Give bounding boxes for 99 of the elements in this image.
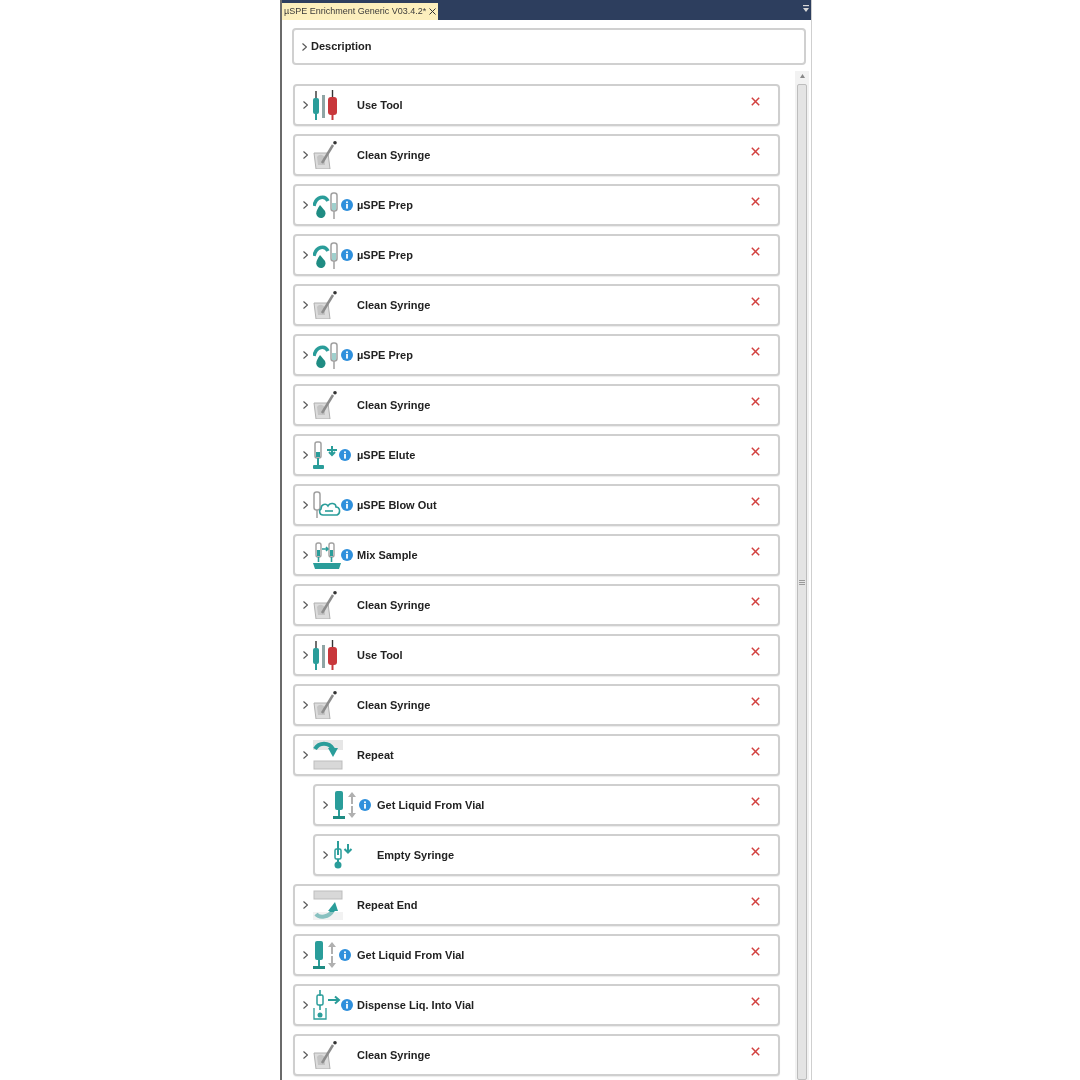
syringe-mix-icon — [313, 541, 341, 569]
step-row[interactable]: Dispense Liq. Into Vial — [293, 984, 780, 1026]
info-icon — [341, 549, 353, 561]
chevron-right-icon[interactable] — [303, 601, 308, 609]
step-row[interactable]: Mix Sample — [293, 534, 780, 576]
info-icon — [341, 249, 353, 261]
description-header[interactable]: Description — [292, 28, 806, 65]
step-row[interactable]: Get Liquid From Vial — [293, 934, 780, 976]
step-label: Dispense Liq. Into Vial — [357, 997, 475, 1013]
chevron-right-icon[interactable] — [303, 1001, 308, 1009]
step-label: Clean Syringe — [357, 297, 431, 313]
step-row[interactable]: µSPE Prep — [293, 234, 780, 276]
step-label: Repeat End — [357, 897, 418, 913]
step-label: Clean Syringe — [357, 147, 431, 163]
syringe-arrow-icon — [313, 441, 339, 469]
chevron-right-icon[interactable] — [303, 901, 308, 909]
chevron-right-icon[interactable] — [303, 351, 308, 359]
close-icon[interactable] — [429, 8, 437, 15]
syringe-cloud-icon — [313, 491, 341, 519]
chevron-right-icon[interactable] — [303, 101, 308, 109]
step-row[interactable]: Repeat End — [293, 884, 780, 926]
chevron-right-icon[interactable] — [303, 451, 308, 459]
step-label: µSPE Elute — [357, 447, 416, 463]
loop-end-arrow-icon — [313, 890, 343, 920]
syringe-beaker-icon — [313, 391, 337, 419]
syringes-icon — [313, 90, 337, 120]
step-label: µSPE Prep — [357, 197, 413, 213]
syringe-droplet-icon — [313, 191, 341, 219]
syringe-up-down-icon — [333, 790, 359, 820]
chevron-right-icon[interactable] — [323, 801, 328, 809]
step-label: Use Tool — [357, 647, 403, 663]
scrollbar[interactable] — [795, 71, 809, 1080]
step-label: Clean Syringe — [357, 597, 431, 613]
grip-icon — [799, 579, 805, 585]
step-row[interactable]: µSPE Elute — [293, 434, 780, 476]
syringe-droplet-icon — [313, 241, 341, 269]
step-label: Clean Syringe — [357, 1047, 431, 1063]
step-label: Clean Syringe — [357, 397, 431, 413]
step-row[interactable]: Use Tool — [293, 84, 780, 126]
info-icon — [339, 949, 351, 961]
chevron-right-icon[interactable] — [303, 951, 308, 959]
chevron-right-icon[interactable] — [303, 701, 308, 709]
step-label: µSPE Prep — [357, 247, 413, 263]
step-label: Mix Sample — [357, 547, 418, 563]
step-row[interactable]: µSPE Prep — [293, 334, 780, 376]
chevron-right-icon[interactable] — [303, 651, 308, 659]
chevron-right-icon[interactable] — [302, 42, 307, 51]
step-row[interactable]: Clean Syringe — [293, 284, 780, 326]
syringe-beaker-icon — [313, 591, 337, 619]
info-icon — [341, 499, 353, 511]
syringe-beaker-icon — [313, 291, 337, 319]
info-icon — [341, 349, 353, 361]
syringe-beaker-icon — [313, 691, 337, 719]
step-row[interactable]: Clean Syringe — [293, 684, 780, 726]
chevron-right-icon[interactable] — [303, 301, 308, 309]
step-row[interactable]: Clean Syringe — [293, 134, 780, 176]
scroll-thumb[interactable] — [797, 84, 807, 1080]
chevron-right-icon[interactable] — [303, 1051, 308, 1059]
step-label: Repeat — [357, 747, 394, 763]
step-row[interactable]: Clean Syringe — [293, 384, 780, 426]
document-tab[interactable]: µSPE Enrichment Generic V03.4.2* — [282, 3, 439, 20]
chevron-right-icon[interactable] — [303, 151, 308, 159]
step-row[interactable]: Clean Syringe — [293, 1034, 780, 1076]
step-row[interactable]: Clean Syringe — [293, 584, 780, 626]
description-label: Description — [311, 39, 372, 55]
step-label: Empty Syringe — [377, 847, 455, 863]
step-row[interactable]: Empty Syringe — [313, 834, 780, 876]
step-label: µSPE Prep — [357, 347, 413, 363]
step-label: Get Liquid From Vial — [357, 947, 465, 963]
syringe-beaker-icon — [313, 141, 337, 169]
step-row[interactable]: Get Liquid From Vial — [313, 784, 780, 826]
loop-arrow-icon — [313, 740, 343, 770]
info-icon — [341, 199, 353, 211]
chevron-right-icon[interactable] — [303, 251, 308, 259]
chevron-right-icon[interactable] — [303, 751, 308, 759]
syringe-beaker-icon — [313, 1041, 337, 1069]
syringe-droplet-icon — [313, 341, 341, 369]
syringes-icon — [313, 640, 337, 670]
step-row[interactable]: µSPE Blow Out — [293, 484, 780, 526]
info-icon — [339, 449, 351, 461]
chevron-right-icon[interactable] — [303, 201, 308, 209]
syringe-vial-icon — [313, 990, 341, 1020]
step-label: Use Tool — [357, 97, 403, 113]
step-label: Get Liquid From Vial — [377, 797, 485, 813]
chevron-right-icon[interactable] — [303, 401, 308, 409]
dropdown-icon[interactable] — [803, 5, 809, 13]
scroll-up-icon[interactable] — [799, 74, 805, 78]
info-icon — [359, 799, 371, 811]
info-icon — [341, 999, 353, 1011]
step-row[interactable]: Repeat — [293, 734, 780, 776]
syringe-up-down-icon — [313, 940, 339, 970]
step-row[interactable]: Use Tool — [293, 634, 780, 676]
syringe-down-icon — [333, 841, 353, 869]
step-label: µSPE Blow Out — [357, 497, 437, 513]
chevron-right-icon[interactable] — [303, 501, 308, 509]
chevron-right-icon[interactable] — [303, 551, 308, 559]
step-row[interactable]: µSPE Prep — [293, 184, 780, 226]
step-label: Clean Syringe — [357, 697, 431, 713]
chevron-right-icon[interactable] — [323, 851, 328, 859]
